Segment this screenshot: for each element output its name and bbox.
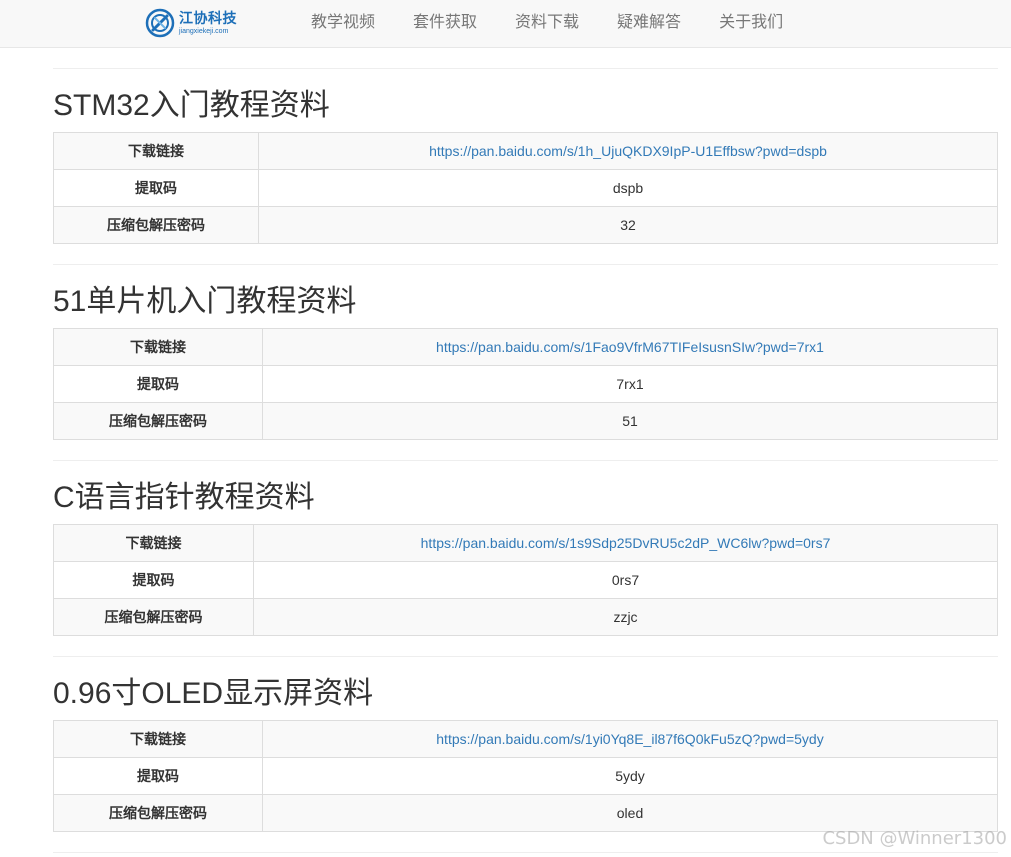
nav-item-downloads[interactable]: 资料下载: [496, 0, 598, 46]
nav-item-about[interactable]: 关于我们: [700, 0, 802, 46]
table-row-code: 提取码 0rs7: [53, 561, 998, 599]
resource-table: 下载链接 https://pan.baidu.com/s/1Fao9VfrM67…: [53, 328, 998, 440]
password-label: 压缩包解压密码: [53, 402, 263, 440]
section-title: C语言指针教程资料: [53, 481, 315, 514]
table-row-link: 下载链接 https://pan.baidu.com/s/1h_UjuQKDX9…: [53, 132, 998, 170]
table-row-password: 压缩包解压密码 oled: [53, 794, 998, 832]
password-label: 压缩包解压密码: [53, 206, 259, 244]
resource-section-51: 51单片机入门教程资料 下载链接 https://pan.baidu.com/s…: [53, 264, 998, 460]
resource-section-oled: 0.96寸OLED显示屏资料 下载链接 https://pan.baidu.co…: [53, 656, 998, 852]
extract-code: 0rs7: [253, 561, 998, 599]
unzip-password: oled: [262, 794, 998, 832]
top-navbar: 江协科技 jiangxiekeji.com 教学视频 套件获取 资料下载 疑难解…: [0, 0, 1011, 48]
password-label: 压缩包解压密码: [53, 598, 254, 636]
download-link[interactable]: https://pan.baidu.com/s/1s9Sdp25DvRU5c2d…: [421, 535, 831, 551]
resource-section-stm32: STM32入门教程资料 下载链接 https://pan.baidu.com/s…: [53, 68, 998, 264]
brand-name: 江协科技: [179, 10, 237, 26]
unzip-password: 51: [262, 402, 998, 440]
table-row-password: 压缩包解压密码 51: [53, 402, 998, 440]
nav-item-videos[interactable]: 教学视频: [292, 0, 394, 46]
resource-table: 下载链接 https://pan.baidu.com/s/1s9Sdp25DvR…: [53, 524, 998, 636]
section-title: 0.96寸OLED显示屏资料: [53, 677, 374, 710]
link-label: 下载链接: [53, 720, 263, 758]
divider: [53, 460, 998, 461]
nav-item-faq[interactable]: 疑难解答: [598, 0, 700, 46]
link-label: 下载链接: [53, 328, 263, 366]
table-row-code: 提取码 7rx1: [53, 365, 998, 403]
code-label: 提取码: [53, 169, 259, 207]
resource-table: 下载链接 https://pan.baidu.com/s/1yi0Yq8E_il…: [53, 720, 998, 832]
download-link[interactable]: https://pan.baidu.com/s/1yi0Yq8E_il87f6Q…: [436, 731, 823, 747]
link-label: 下载链接: [53, 132, 259, 170]
password-label: 压缩包解压密码: [53, 794, 263, 832]
table-row-link: 下载链接 https://pan.baidu.com/s/1s9Sdp25DvR…: [53, 524, 998, 562]
section-title: 51单片机入门教程资料: [53, 285, 357, 318]
table-row-link: 下载链接 https://pan.baidu.com/s/1yi0Yq8E_il…: [53, 720, 998, 758]
nav-item-kits[interactable]: 套件获取: [394, 0, 496, 46]
divider: [53, 852, 998, 853]
link-label: 下载链接: [53, 524, 254, 562]
table-row-code: 提取码 dspb: [53, 169, 998, 207]
download-link[interactable]: https://pan.baidu.com/s/1h_UjuQKDX9IpP-U…: [429, 143, 827, 159]
brand-domain: jiangxiekeji.com: [179, 28, 229, 35]
divider: [53, 68, 998, 69]
brand-logo-icon: [145, 8, 175, 38]
divider: [53, 656, 998, 657]
code-label: 提取码: [53, 561, 254, 599]
brand-logo-link[interactable]: 江协科技 jiangxiekeji.com: [145, 7, 237, 39]
download-link[interactable]: https://pan.baidu.com/s/1Fao9VfrM67TIFeI…: [436, 339, 824, 355]
resource-section-c-pointer: C语言指针教程资料 下载链接 https://pan.baidu.com/s/1…: [53, 460, 998, 656]
table-row-link: 下载链接 https://pan.baidu.com/s/1Fao9VfrM67…: [53, 328, 998, 366]
section-title: STM32入门教程资料: [53, 89, 330, 122]
code-label: 提取码: [53, 365, 263, 403]
unzip-password: 32: [258, 206, 998, 244]
extract-code: 7rx1: [262, 365, 998, 403]
divider: [53, 264, 998, 265]
main-content: STM32入门教程资料 下载链接 https://pan.baidu.com/s…: [53, 68, 998, 852]
resource-table: 下载链接 https://pan.baidu.com/s/1h_UjuQKDX9…: [53, 132, 998, 244]
table-row-password: 压缩包解压密码 zzjc: [53, 598, 998, 636]
nav-menu: 教学视频 套件获取 资料下载 疑难解答 关于我们: [292, 0, 802, 46]
extract-code: dspb: [258, 169, 998, 207]
table-row-code: 提取码 5ydy: [53, 757, 998, 795]
table-row-password: 压缩包解压密码 32: [53, 206, 998, 244]
extract-code: 5ydy: [262, 757, 998, 795]
watermark: CSDN @Winner1300: [822, 828, 1007, 849]
unzip-password: zzjc: [253, 598, 998, 636]
code-label: 提取码: [53, 757, 263, 795]
